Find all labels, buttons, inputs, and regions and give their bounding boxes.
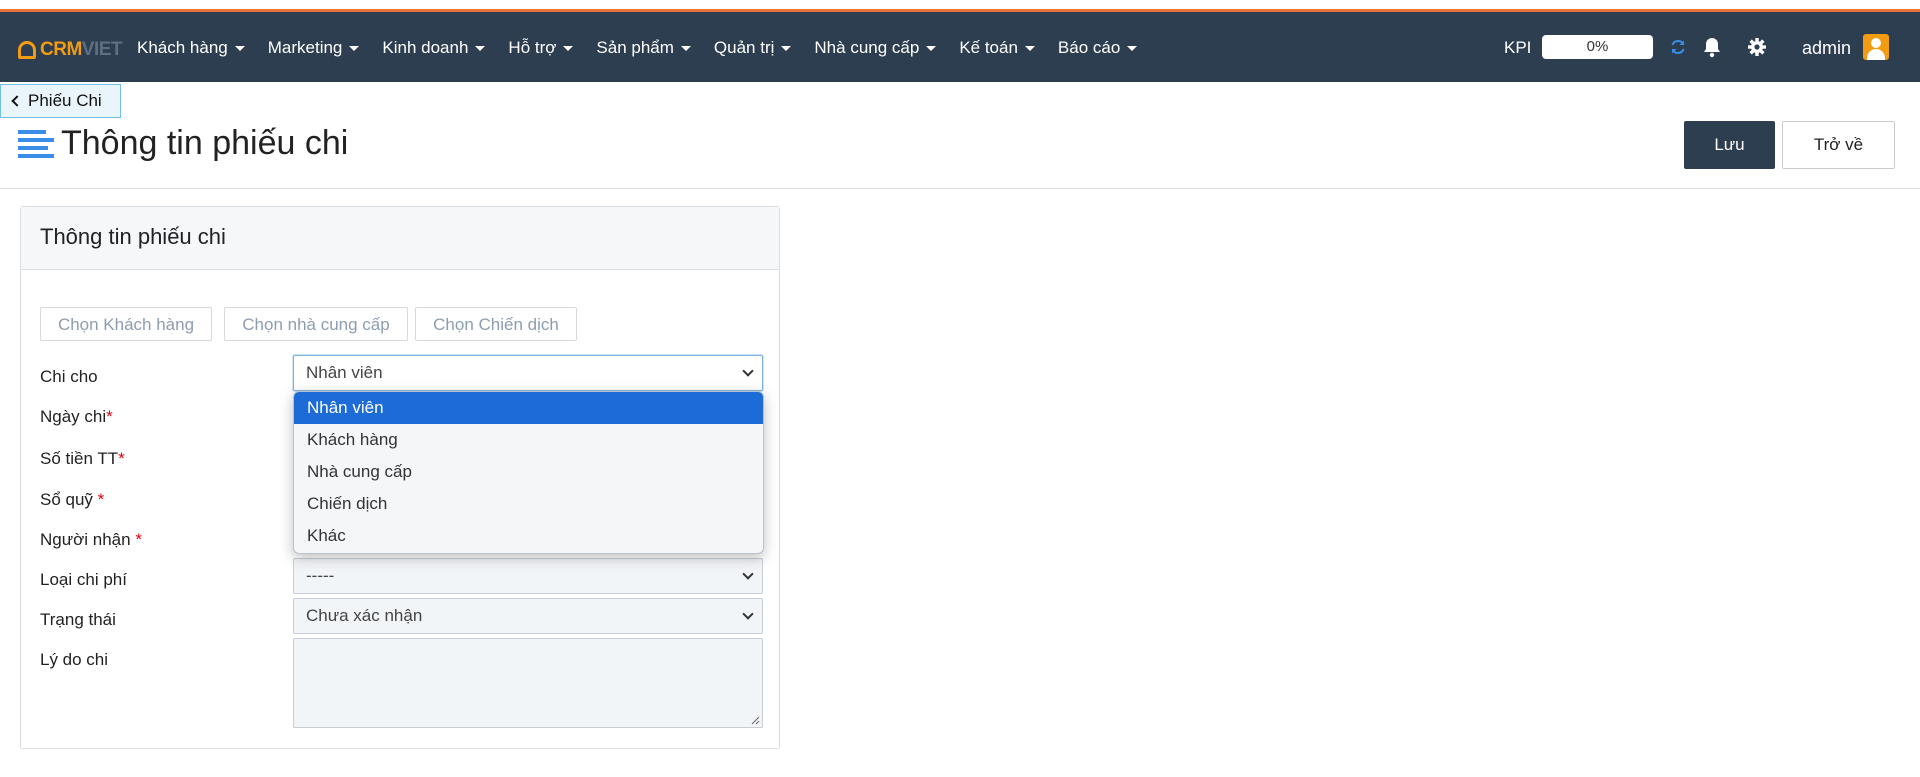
caret-down-icon: [680, 45, 691, 51]
choose-customer-button[interactable]: Chọn Khách hàng: [40, 307, 212, 341]
nav-label: Quản trị: [713, 38, 775, 57]
label-chi-cho: Chi cho: [40, 367, 98, 386]
nav-san-pham[interactable]: Sản phẩm: [596, 38, 691, 58]
nav-label: Marketing: [267, 38, 343, 57]
loai-chi-phi-select[interactable]: -----: [293, 558, 763, 594]
option-nha-cung-cap[interactable]: Nhà cung cấp: [294, 456, 763, 488]
caret-down-icon: [349, 45, 360, 51]
page-title: Thông tin phiếu chi: [61, 124, 349, 162]
back-button[interactable]: Trở về: [1782, 121, 1895, 169]
nav-label: Kế toán: [959, 38, 1018, 57]
nav-label: Hỗ trợ: [508, 38, 557, 57]
logo-mark-icon: [18, 41, 36, 59]
caret-down-icon: [926, 45, 937, 51]
chi-cho-dropdown: Nhân viên Khách hàng Nhà cung cấp Chiến …: [293, 391, 764, 554]
nav-label: Kinh doanh: [382, 38, 469, 57]
crmviet-logo[interactable]: CRM VIET: [18, 39, 123, 61]
choose-campaign-button[interactable]: Chọn Chiến dịch: [415, 307, 577, 341]
nav-quan-tri[interactable]: Quản trị: [713, 38, 792, 58]
breadcrumb-label: Phiếu Chi: [28, 91, 102, 110]
kpi-progress: 0%: [1542, 35, 1653, 59]
nav-marketing[interactable]: Marketing: [268, 38, 360, 58]
caret-down-icon: [234, 45, 245, 51]
main-menu: Khách hàng Marketing Kinh doanh Hỗ trợ S…: [137, 38, 1160, 58]
label-text: Ngày chi: [40, 407, 107, 426]
caret-down-icon: [781, 45, 792, 51]
option-chien-dich[interactable]: Chiến dịch: [294, 488, 763, 520]
chi-cho-select[interactable]: Nhân viên: [293, 355, 763, 391]
caret-down-icon: [1024, 45, 1035, 51]
label-text: Số tiền TT: [40, 449, 119, 468]
bell-icon[interactable]: [1700, 35, 1724, 59]
required-mark: *: [106, 407, 113, 426]
option-khac[interactable]: Khác: [294, 520, 763, 552]
label-trang-thai: Trạng thái: [40, 610, 116, 629]
caret-down-icon: [1127, 45, 1138, 51]
breadcrumb-back-link[interactable]: Phiếu Chi: [0, 84, 121, 118]
logo-text-crm: CRM: [40, 39, 82, 60]
option-nhan-vien[interactable]: Nhân viên: [294, 392, 763, 424]
label-so-quy: Sổ quỹ *: [40, 490, 104, 510]
nav-khach-hang[interactable]: Khách hàng: [137, 38, 245, 58]
top-navbar: CRM VIET Khách hàng Marketing Kinh doanh…: [0, 12, 1920, 82]
label-nguoi-nhan: Người nhận *: [40, 530, 142, 550]
caret-down-icon: [475, 45, 486, 51]
required-mark: *: [118, 449, 125, 468]
nav-kinh-doanh[interactable]: Kinh doanh: [382, 38, 486, 58]
avatar[interactable]: [1863, 34, 1889, 60]
nav-bao-cao[interactable]: Báo cáo: [1057, 38, 1138, 58]
chi-cho-value: Nhân viên: [306, 363, 383, 382]
nav-ho-tro[interactable]: Hỗ trợ: [508, 38, 574, 58]
loai-chi-phi-value: -----: [306, 566, 335, 585]
save-button[interactable]: Lưu: [1684, 121, 1775, 169]
label-ly-do: Lý do chi: [40, 650, 109, 669]
nav-label: Báo cáo: [1057, 38, 1121, 57]
nav-nha-cung-cap[interactable]: Nhà cung cấp: [814, 38, 937, 58]
required-mark: *: [135, 530, 142, 549]
list-icon: [18, 130, 54, 163]
chevron-left-icon: [11, 95, 23, 107]
nav-label: Nhà cung cấp: [814, 38, 920, 57]
header-divider: [0, 188, 1920, 189]
label-loai-chi-phi: Loại chi phí: [40, 570, 127, 589]
required-mark: *: [97, 490, 105, 509]
chevron-down-icon: [742, 608, 754, 620]
nav-ke-toan[interactable]: Kế toán: [959, 38, 1035, 58]
label-text: Người nhận: [40, 530, 131, 549]
top-strip: [0, 0, 1920, 3]
caret-down-icon: [563, 45, 574, 51]
trang-thai-value: Chưa xác nhận: [306, 606, 423, 625]
choose-supplier-button[interactable]: Chọn nhà cung cấp: [224, 307, 408, 341]
kpi-label: KPI: [1504, 38, 1532, 57]
panel-title: Thông tin phiếu chi: [21, 207, 779, 270]
label-text: Sổ quỹ: [40, 490, 93, 509]
label-ngay-chi: Ngày chi*: [40, 407, 113, 427]
label-so-tien: Số tiền TT*: [40, 449, 125, 469]
refresh-icon[interactable]: [1666, 35, 1690, 59]
nav-label: Sản phẩm: [596, 38, 674, 57]
chevron-down-icon: [742, 568, 754, 580]
logo-text-viet: VIET: [81, 39, 123, 60]
option-khach-hang[interactable]: Khách hàng: [294, 424, 763, 456]
gear-icon[interactable]: [1745, 35, 1769, 59]
resize-grip-icon[interactable]: [750, 715, 760, 725]
chevron-down-icon: [742, 365, 754, 377]
user-name[interactable]: admin: [1802, 38, 1851, 59]
nav-label: Khách hàng: [137, 38, 228, 57]
trang-thai-select[interactable]: Chưa xác nhận: [293, 598, 763, 634]
ly-do-textarea[interactable]: [293, 638, 763, 728]
